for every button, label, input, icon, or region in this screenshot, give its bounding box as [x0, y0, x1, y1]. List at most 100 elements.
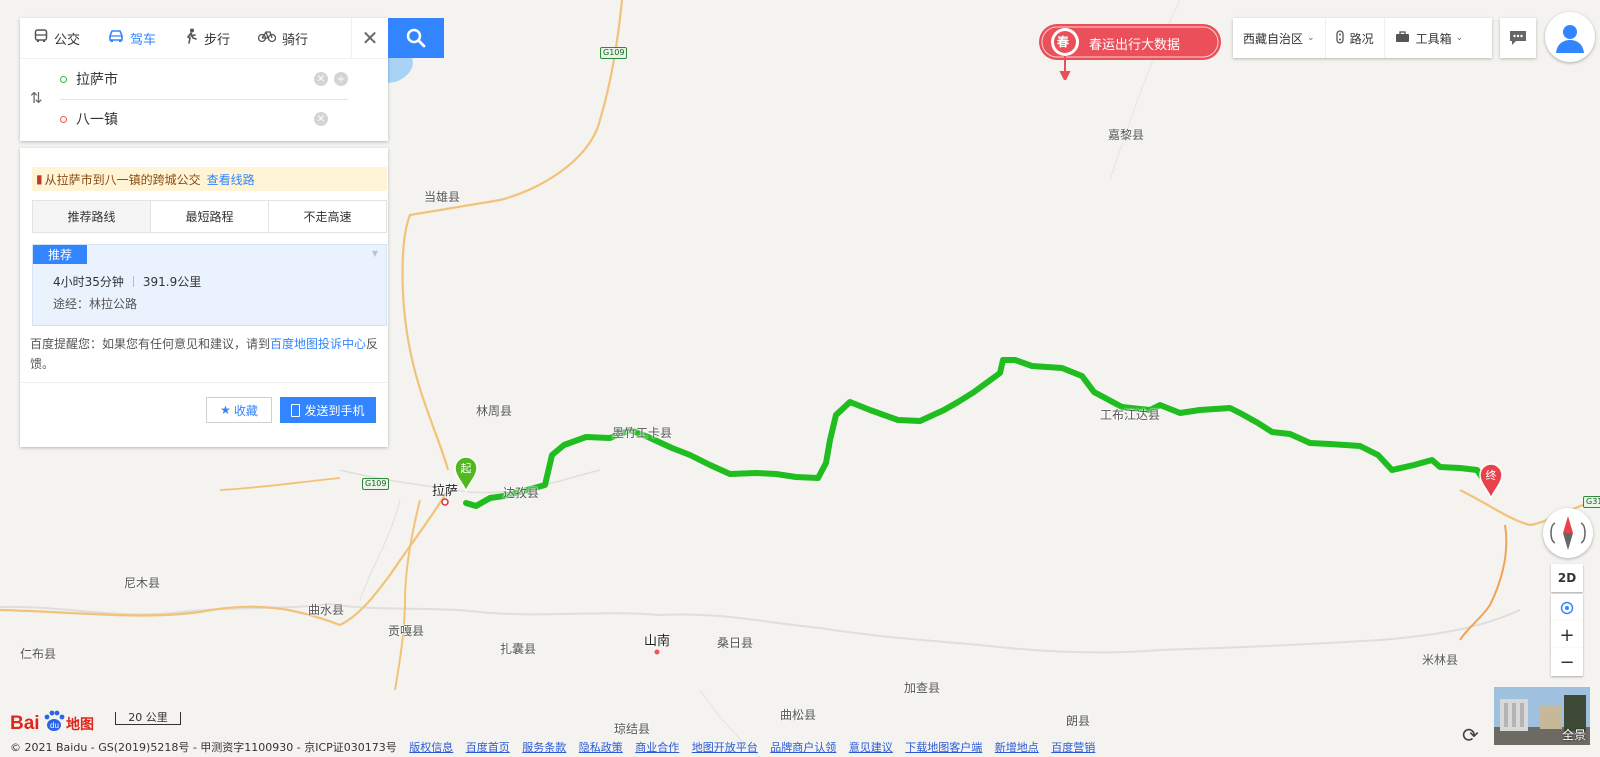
clear-end-icon[interactable]: ✕	[314, 112, 328, 126]
chevron-down-icon: ⌄	[1307, 33, 1315, 43]
footer-link-business[interactable]: 商业合作	[635, 741, 679, 754]
view-bus-route-link[interactable]: 查看线路	[207, 171, 255, 188]
tab-walk-label: 步行	[204, 32, 231, 48]
footer-link-merchant-claim[interactable]: 品牌商户认领	[770, 741, 836, 754]
tab-bike-label: 骑行	[282, 32, 309, 48]
zoom-out-button[interactable]: −	[1551, 648, 1583, 676]
footer-link-feedback[interactable]: 意见建议	[849, 741, 893, 754]
clear-start-icon[interactable]: ✕	[314, 72, 328, 86]
user-icon	[1556, 25, 1584, 53]
tab-recommended-route[interactable]: 推荐路线	[33, 201, 151, 232]
tab-bus[interactable]: 公交	[20, 18, 94, 58]
river-kyi	[359, 499, 401, 601]
route-option-tabs: 推荐路线 最短路程 不走高速	[32, 200, 387, 233]
footer-link-marketing[interactable]: 百度营销	[1051, 741, 1095, 754]
add-waypoint-icon[interactable]: +	[334, 72, 348, 86]
favorite-label: 收藏	[233, 403, 258, 418]
route-inputs: ⇅ 拉萨市 ✕ + 八一镇 ✕	[20, 58, 388, 141]
svg-text:Bai: Bai	[10, 713, 40, 734]
tab-drive[interactable]: 驾车	[94, 18, 170, 58]
svg-text:du: du	[50, 721, 59, 730]
start-dot-icon	[60, 75, 67, 83]
compass[interactable]	[1543, 508, 1593, 558]
phone-icon	[291, 403, 301, 417]
region-dropdown[interactable]: 西藏自治区 ⌄	[1233, 18, 1326, 58]
spring-banner-text: 春运出行大数据	[1089, 38, 1181, 53]
spring-travel-banner[interactable]: 春 春运出行大数据	[1037, 22, 1223, 80]
route-search-panel: 公交 驾车 步行 骑行 ✕ ⇅ 拉萨市 ✕ + 八一镇 ✕	[20, 18, 388, 141]
message-button[interactable]	[1500, 18, 1536, 58]
label-mozhugongka: 墨竹工卡县	[612, 426, 673, 440]
route-via: 途经：林拉公路	[53, 297, 138, 311]
toolbox-dropdown[interactable]: 工具箱 ⌄	[1385, 18, 1474, 58]
end-marker-label: 终	[1486, 468, 1497, 482]
tab-bike[interactable]: 骑行	[244, 18, 322, 58]
road-west	[219, 477, 341, 491]
baidu-map-logo[interactable]: Bai du 地图	[10, 708, 106, 734]
start-input-row[interactable]: 拉萨市 ✕ +	[60, 59, 348, 100]
car-icon	[108, 29, 124, 47]
footer-link-copyright-info[interactable]: 版权信息	[409, 741, 453, 754]
start-marker[interactable]: 起	[453, 456, 479, 492]
road-shield-g318: G31	[1583, 496, 1600, 508]
tab-walk[interactable]: 步行	[170, 18, 244, 58]
map-mode-2d-button[interactable]: 2D	[1551, 564, 1583, 592]
footer-link-add-place[interactable]: 新增地点	[995, 741, 1039, 754]
label-qiongjie: 琼结县	[614, 722, 651, 736]
road-shield-g109-top: G109	[600, 47, 628, 59]
tab-drive-label: 驾车	[130, 32, 157, 48]
toolbox-icon	[1395, 30, 1410, 46]
end-dot-icon	[60, 115, 67, 123]
footer-link-download-client[interactable]: 下载地图客户端	[905, 741, 982, 754]
start-input[interactable]: 拉萨市	[76, 69, 308, 89]
footer-link-terms[interactable]: 服务条款	[522, 741, 566, 754]
road-south	[0, 489, 449, 627]
road-g109	[401, 0, 624, 471]
label-linzhou: 林周县	[476, 404, 513, 418]
complaint-center-link[interactable]: 百度地图投诉中心	[270, 337, 366, 351]
panorama-thumbnail[interactable]: 全景	[1494, 687, 1590, 745]
top-toolbar: 西藏自治区 ⌄ 路况 工具箱 ⌄	[1233, 18, 1492, 58]
shannan-dot	[654, 649, 660, 655]
favorite-button[interactable]: ★ 收藏	[206, 397, 272, 423]
send-to-phone-button[interactable]: 发送到手机	[280, 397, 376, 423]
locate-icon	[1560, 601, 1574, 615]
label-nimu: 尼木县	[124, 576, 161, 590]
feedback-notice: 百度提醒您：如果您有任何意见和建议，请到百度地图投诉中心反馈。	[30, 334, 380, 374]
notice-prefix: 百度提醒您：如果您有任何意见和建议，请到	[30, 337, 271, 351]
end-input[interactable]: 八一镇	[76, 109, 308, 129]
footer-link-privacy[interactable]: 隐私政策	[579, 741, 623, 754]
end-input-row[interactable]: 八一镇 ✕	[60, 99, 348, 139]
locate-button[interactable]	[1551, 594, 1583, 622]
transport-tabs: 公交 驾车 步行 骑行 ✕	[20, 18, 388, 58]
bike-icon	[257, 29, 277, 47]
send-label: 发送到手机	[304, 403, 365, 418]
tab-bus-label: 公交	[54, 32, 81, 48]
start-marker-label: 起	[461, 462, 472, 475]
river-yarlung	[0, 602, 1521, 654]
footer-link-baidu-home[interactable]: 百度首页	[466, 741, 510, 754]
zoom-in-button[interactable]: +	[1551, 621, 1583, 649]
route-duration: 4小时35分钟	[53, 275, 124, 289]
traffic-button[interactable]: 路况	[1326, 18, 1385, 58]
label-gongbujiangda: 工布江达县	[1100, 408, 1161, 422]
baidu-logo-icon: Bai du 地图	[10, 710, 94, 734]
walk-icon	[184, 28, 198, 48]
avatar[interactable]	[1545, 12, 1595, 62]
recommended-route-card[interactable]: 推荐 ▼ 4小时35分钟 391.9公里 途经：林拉公路	[32, 244, 387, 326]
compass-icon	[1550, 516, 1586, 550]
region-label: 西藏自治区	[1243, 31, 1304, 46]
tab-no-highway[interactable]: 不走高速	[269, 201, 386, 232]
refresh-icon[interactable]: ⟳	[1462, 723, 1479, 747]
footer-link-open-platform[interactable]: 地图开放平台	[692, 741, 758, 754]
close-icon[interactable]: ✕	[351, 18, 388, 58]
message-icon	[1510, 31, 1526, 45]
label-dangxiong: 当雄县	[424, 190, 461, 204]
tab-shortest-route[interactable]: 最短路程	[151, 201, 269, 232]
traffic-label: 路况	[1349, 31, 1374, 46]
collapse-icon[interactable]: ▼	[372, 249, 378, 258]
label-qushui: 曲水县	[308, 603, 345, 617]
swap-icon[interactable]: ⇅	[30, 89, 43, 107]
search-button[interactable]	[388, 18, 444, 58]
end-marker[interactable]: 终	[1478, 463, 1504, 499]
